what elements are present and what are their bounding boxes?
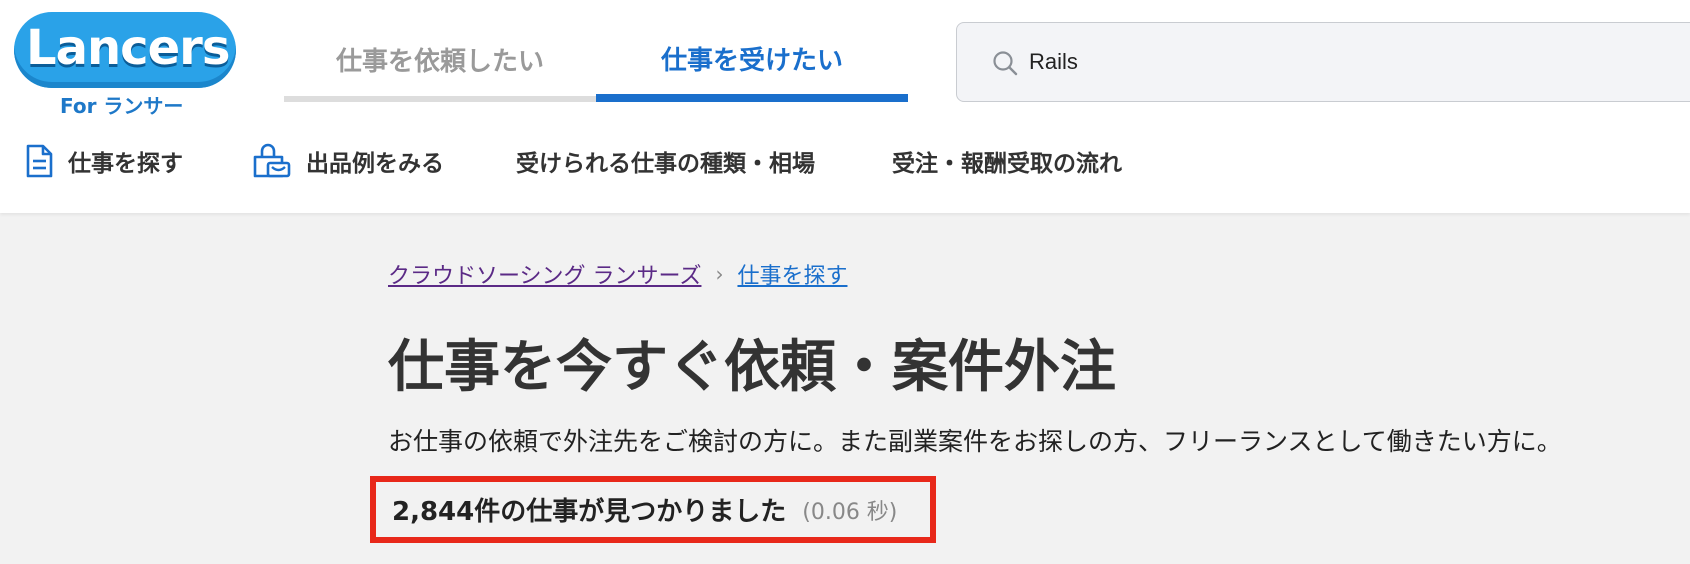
subnav-job-types[interactable]: 受けられる仕事の種類・相場 [516, 138, 815, 184]
lancers-logo[interactable]: Lancers For ランサー [10, 12, 238, 118]
page-title: 仕事を今すぐ依頼・案件外注 [388, 335, 1116, 400]
logo-wordmark: Lancers [26, 20, 230, 76]
search-box [956, 22, 1690, 102]
shop-bag-icon [253, 143, 291, 178]
result-summary: 2,844件の仕事が見つかりました (0.06 秒) [370, 476, 936, 543]
breadcrumb-home[interactable]: クラウドソーシング ランサーズ [388, 258, 701, 290]
page-description: お仕事の依頼で外注先をご検討の方に。また副業案件をお探しの方、フリーランスとして… [388, 427, 1562, 456]
result-count: 2,844件の仕事が見つかりました [392, 497, 787, 527]
sub-navigation: 仕事を探す 出品例をみる 受けられる仕事の種類・相場 受注・報酬受取の流れ [0, 138, 1690, 184]
subnav-examples[interactable]: 出品例をみる [252, 138, 444, 184]
site-header: Lancers For ランサー 仕事を依頼したい 仕事を受けたい 仕事を探す [0, 0, 1690, 213]
role-tabs: 仕事を依頼したい 仕事を受けたい [284, 22, 908, 102]
search-icon [993, 51, 1018, 76]
search-input[interactable] [1029, 41, 1629, 83]
subnav-order-flow[interactable]: 受注・報酬受取の流れ [892, 138, 1122, 184]
document-icon [26, 144, 53, 178]
tab-request-work[interactable]: 仕事を依頼したい [284, 22, 596, 102]
subnav-examples-label: 出品例をみる [306, 151, 444, 177]
chevron-right-icon: › [715, 262, 724, 286]
subnav-find-work-label: 仕事を探す [68, 151, 183, 177]
subnav-find-work[interactable]: 仕事を探す [24, 138, 183, 184]
breadcrumb: クラウドソーシング ランサーズ › 仕事を探す [388, 258, 847, 290]
breadcrumb-find-work[interactable]: 仕事を探す [737, 258, 847, 290]
tab-receive-work[interactable]: 仕事を受けたい [596, 22, 908, 102]
search-time: (0.06 秒) [802, 499, 898, 525]
logo-subtitle: For ランサー [60, 94, 184, 118]
